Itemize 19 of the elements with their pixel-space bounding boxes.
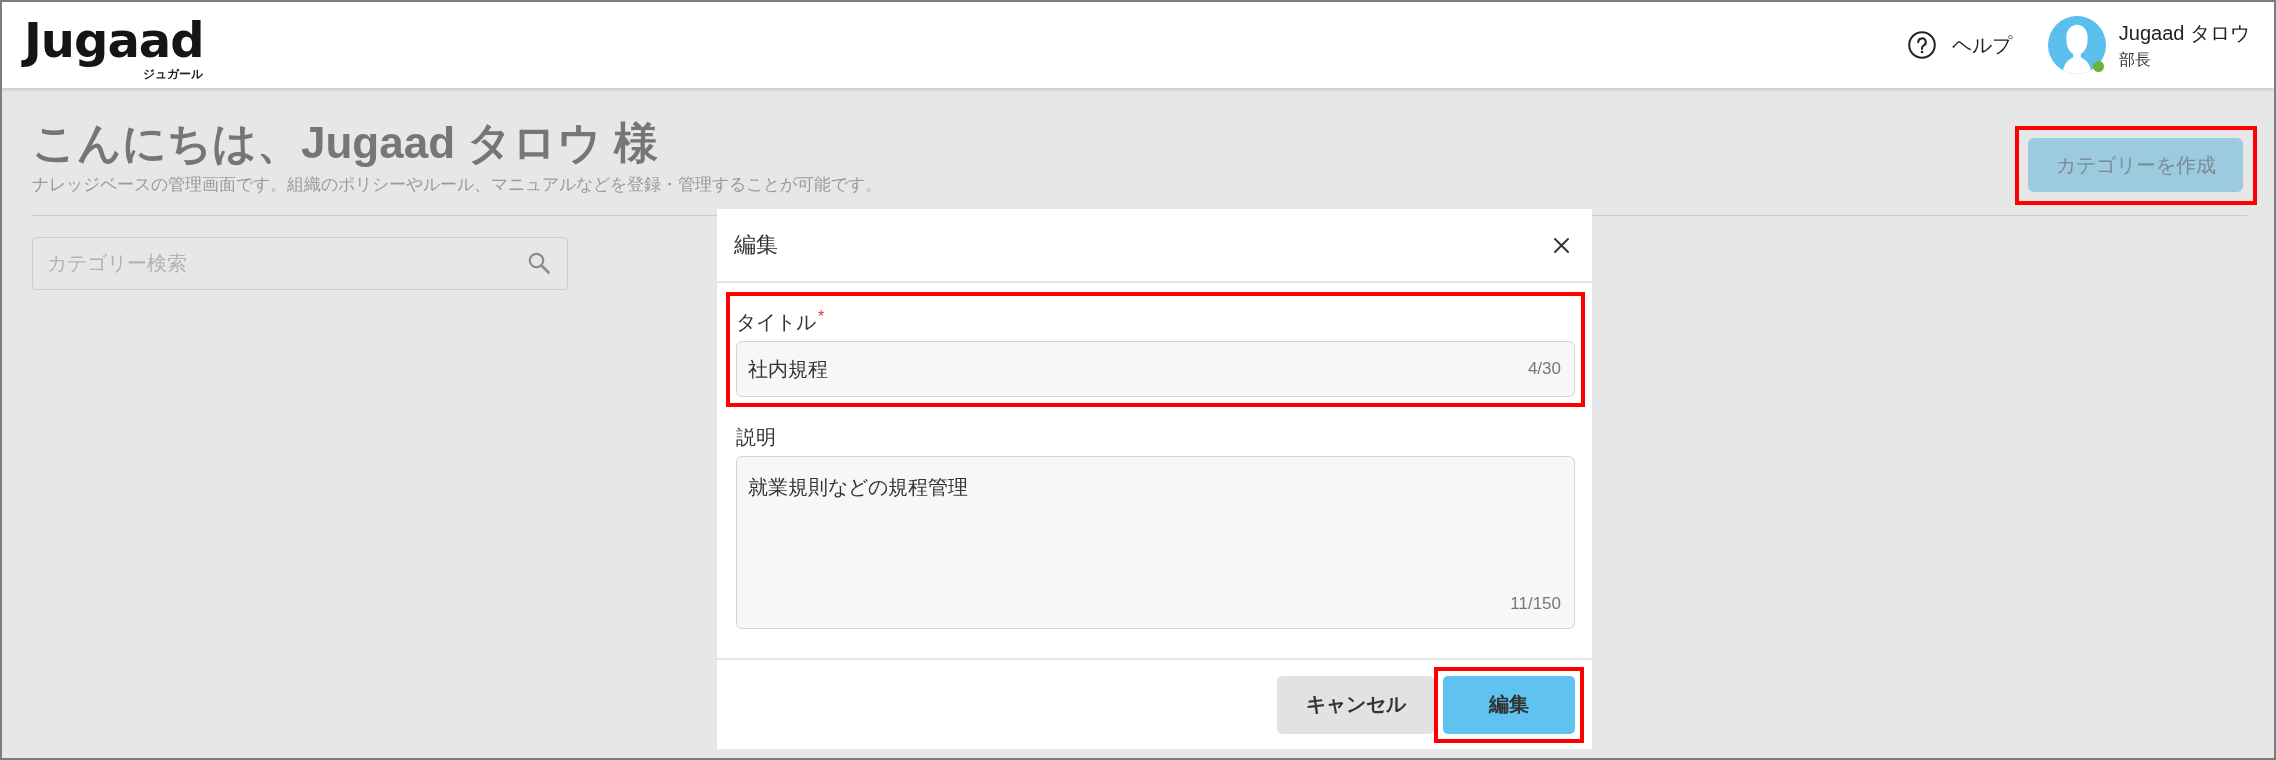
cancel-button[interactable]: キャンセル <box>1277 675 1434 734</box>
help-icon <box>1907 31 1936 59</box>
edit-button[interactable]: 編集 <box>1443 675 1575 734</box>
page-title: こんにちは、Jugaad タロウ 様 <box>32 117 660 169</box>
character-counter: 11/150 <box>1510 593 1561 615</box>
dialog-title: 編集 <box>734 231 779 259</box>
character-counter: 4/30 <box>1527 358 1561 380</box>
logo-wordmark[interactable]: Jugaad <box>21 11 207 69</box>
close-icon[interactable] <box>1554 237 1569 253</box>
field-label: 説明 <box>736 425 776 450</box>
user-name: Jugaad タロウ <box>2118 20 2250 46</box>
field-label: タイトル <box>736 310 816 335</box>
user-role: 部長 <box>2118 49 2152 70</box>
help-link[interactable]: ヘルプ <box>1907 31 2012 59</box>
page-description: ナレッジベースの管理画面です。組織のポリシーやルール、マニュアルなどを登録・管理することが可能です。 <box>32 174 883 196</box>
logo-subtitle: ジュガール <box>142 67 203 81</box>
required-mark: * <box>818 308 825 326</box>
search-icon[interactable] <box>528 252 550 274</box>
avatar-icon[interactable] <box>2047 16 2106 74</box>
